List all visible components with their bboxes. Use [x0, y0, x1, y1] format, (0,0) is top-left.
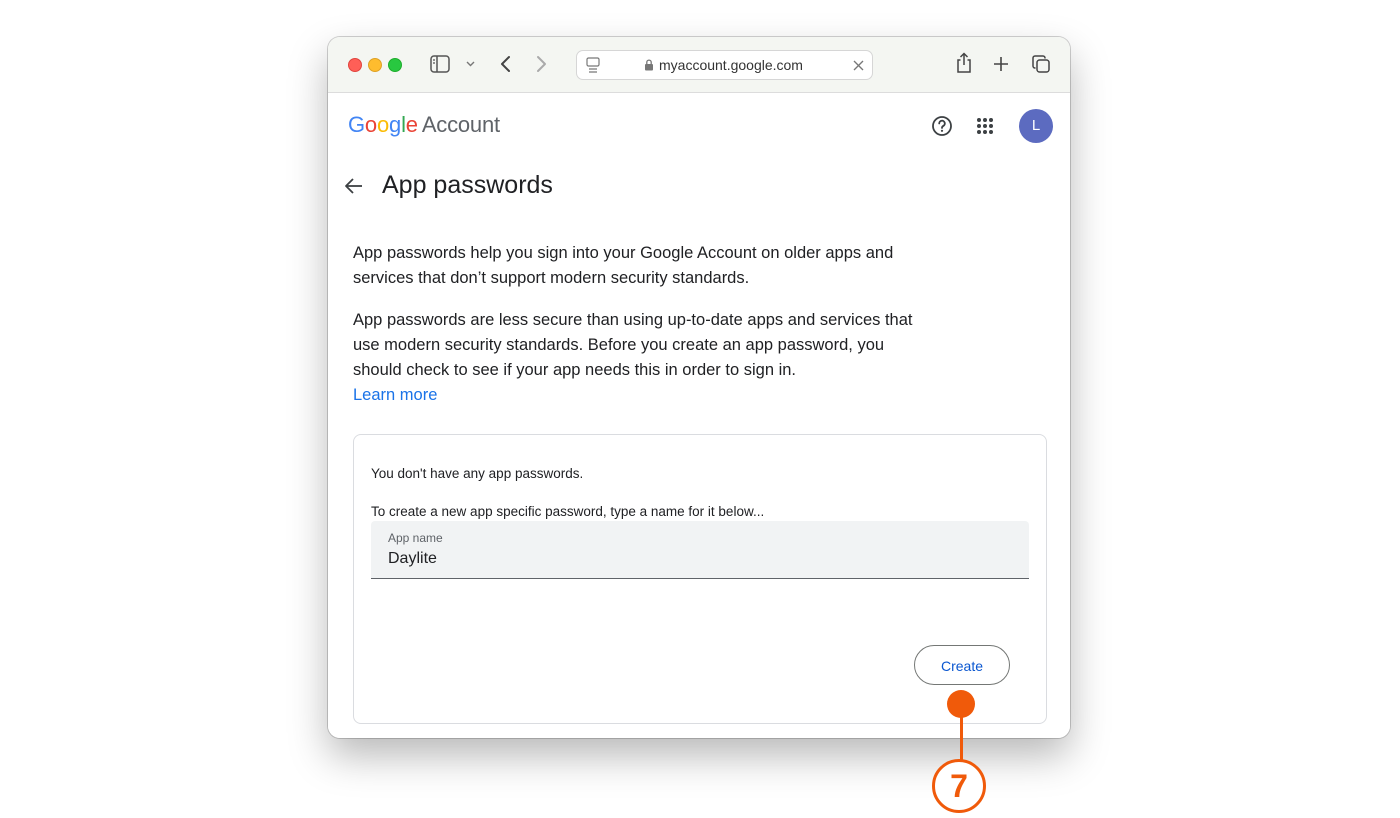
minimize-window-button[interactable]	[368, 58, 382, 72]
chevron-down-icon[interactable]	[466, 61, 475, 67]
app-name-value[interactable]: Daylite	[388, 550, 437, 568]
new-tab-icon[interactable]	[993, 56, 1009, 72]
logo-letter: e	[405, 112, 418, 137]
logo-letter: o	[364, 112, 377, 137]
clear-url-icon[interactable]	[853, 60, 864, 71]
tab-overview-icon[interactable]	[1032, 55, 1050, 73]
address-bar[interactable]: myaccount.google.com	[576, 50, 873, 80]
back-arrow-icon[interactable]	[344, 177, 364, 195]
logo-letter: G	[348, 112, 365, 137]
logo-letter: g	[389, 112, 402, 137]
instructions-text: To create a new app specific password, t…	[371, 504, 765, 519]
create-button[interactable]: Create	[914, 645, 1010, 685]
page-content: Google Account L App passwords App passwo…	[328, 93, 1070, 738]
lock-icon	[645, 59, 653, 71]
back-nav-icon[interactable]	[499, 55, 511, 73]
intro-paragraph: App passwords help you sign into your Go…	[353, 244, 894, 287]
zoom-window-button[interactable]	[388, 58, 402, 72]
app-password-card: You don't have any app passwords. To cre…	[353, 434, 1047, 724]
step-number-callout: 7	[932, 759, 986, 813]
browser-window: myaccount.google.com Google Account L Ap…	[328, 37, 1070, 738]
close-window-button[interactable]	[348, 58, 362, 72]
apps-grid-icon[interactable]	[976, 117, 994, 135]
sidebar-icon[interactable]	[430, 55, 450, 73]
page-title: App passwords	[382, 171, 553, 199]
no-passwords-text: You don't have any app passwords.	[371, 466, 584, 481]
browser-toolbar: myaccount.google.com	[328, 37, 1070, 93]
page-menu-icon[interactable]	[586, 57, 600, 73]
logo-letter: o	[376, 112, 390, 137]
help-icon[interactable]	[931, 115, 953, 137]
app-name-field[interactable]: App name Daylite	[371, 521, 1029, 579]
learn-more-link[interactable]: Learn more	[353, 383, 437, 408]
callout-marker-dot	[947, 690, 975, 718]
warning-paragraph: App passwords are less secure than using…	[353, 311, 913, 379]
share-icon[interactable]	[956, 52, 972, 74]
google-account-logo[interactable]: Google Account	[348, 112, 500, 138]
avatar[interactable]: L	[1019, 109, 1053, 143]
forward-nav-icon[interactable]	[536, 55, 548, 73]
callout-marker-line	[960, 716, 963, 761]
app-name-label: App name	[388, 531, 443, 545]
logo-account-text: Account	[421, 112, 500, 137]
url-text: myaccount.google.com	[659, 57, 803, 73]
